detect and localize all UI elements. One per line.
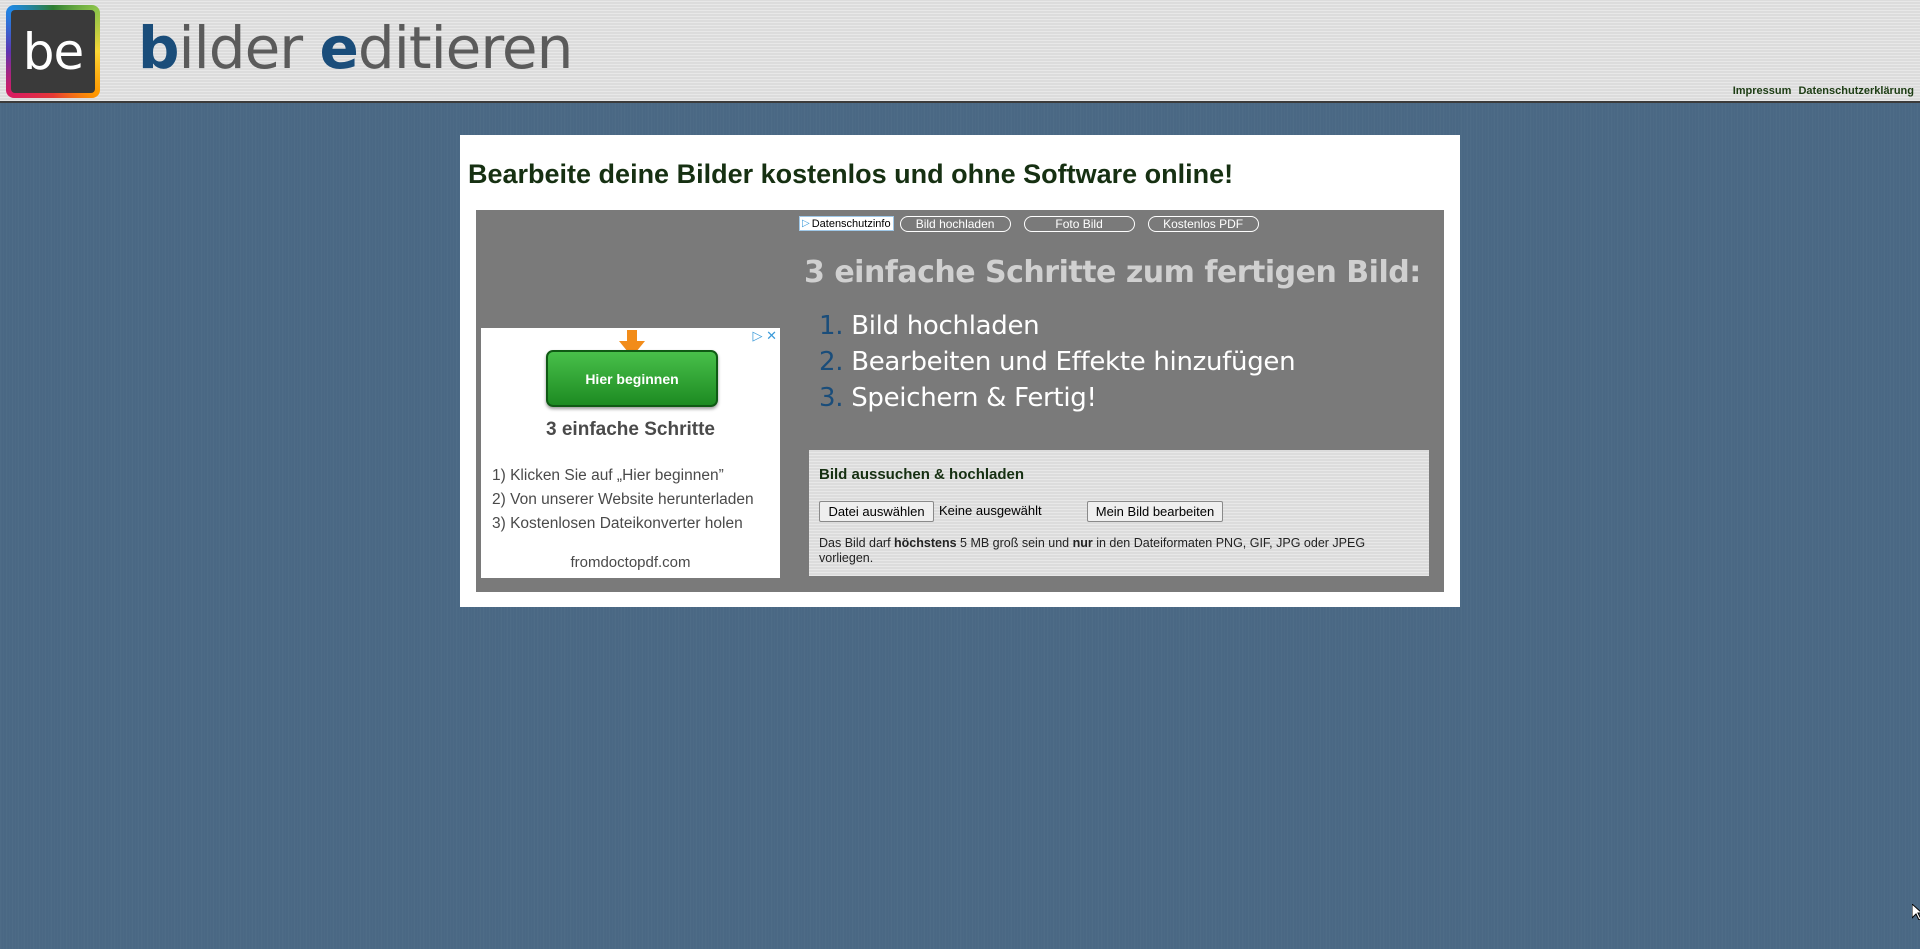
step-text: Speichern & Fertig! — [851, 383, 1097, 413]
ad-step: 2) Von unserer Website herunterladen — [492, 491, 754, 508]
note-text: Das Bild darf — [819, 536, 895, 550]
title-hl-1: b — [138, 14, 180, 82]
ad-banner[interactable]: ▷ ✕ Hier beginnen 3 einfache Schritte 1)… — [481, 328, 780, 578]
ad-links-row: ▷ Datenschutzinfo Bild hochladen Foto Bi… — [799, 215, 1259, 232]
step-text: Bearbeiten und Effekte hinzufügen — [851, 347, 1296, 377]
ad-heading: 3 einfache Schritte — [546, 419, 715, 440]
step-text: Bild hochladen — [851, 311, 1040, 341]
step-number: 1. — [819, 311, 844, 341]
title-hl-2: e — [319, 14, 359, 82]
ad-steps: 1) Klicken Sie auf „Hier beginnen” 2) Vo… — [492, 464, 754, 536]
main-panel: Bearbeite deine Bilder kostenlos und ohn… — [460, 135, 1460, 607]
ad-step: 1) Klicken Sie auf „Hier beginnen” — [492, 467, 724, 484]
ad-domain: fromdoctopdf.com — [570, 554, 691, 571]
step-number: 2. — [819, 347, 844, 377]
note-text: 5 MB groß sein und — [956, 536, 1073, 550]
step-item: 2. Bearbeiten und Effekte hinzufügen — [819, 344, 1296, 380]
top-links: Impressum Datenschutzerklärung — [1729, 85, 1914, 97]
ad-close-icon[interactable]: ▷ ✕ — [752, 328, 777, 344]
ad-info-label: Datenschutzinfo — [811, 217, 891, 230]
logo-text: be — [11, 10, 95, 93]
upload-box: Bild aussuchen & hochladen Datei auswähl… — [809, 450, 1429, 576]
adchoices-icon: ▷ — [802, 218, 810, 229]
steps-list: 1. Bild hochladen 2. Bearbeiten und Effe… — [819, 308, 1296, 416]
note-bold: nur — [1072, 536, 1093, 550]
edit-image-button[interactable]: Mein Bild bearbeiten — [1087, 501, 1223, 522]
file-status: Keine ausgewählt — [939, 503, 1042, 518]
impressum-link[interactable]: Impressum — [1733, 85, 1792, 97]
title-rest-1: ilder — [178, 14, 320, 82]
page-title: Bearbeite deine Bilder kostenlos und ohn… — [468, 159, 1234, 189]
step-item: 1. Bild hochladen — [819, 308, 1295, 344]
step-number: 3. — [819, 383, 844, 413]
steps-title: 3 einfache Schritte zum fertigen Bild: — [804, 255, 1421, 290]
upload-title: Bild aussuchen & hochladen — [819, 466, 1025, 483]
ad-step: 3) Kostenlosen Dateikonverter holen — [492, 515, 743, 532]
site-header: be bilder editieren Impressum Datenschut… — [0, 0, 1920, 103]
choose-file-button[interactable]: Datei auswählen — [819, 501, 934, 522]
adlink-bild-hochladen[interactable]: Bild hochladen — [899, 215, 1011, 232]
adlink-foto-bild[interactable]: Foto Bild — [1023, 215, 1135, 232]
site-title[interactable]: bilder editieren — [138, 14, 573, 82]
datenschutz-link[interactable]: Datenschutzerklärung — [1798, 85, 1914, 97]
title-rest-2: ditieren — [357, 14, 573, 82]
ad-start-button[interactable]: Hier beginnen — [546, 350, 718, 407]
note-bold: höchstens — [894, 536, 957, 550]
mouse-cursor-icon — [1912, 904, 1920, 920]
ad-info-badge[interactable]: ▷ Datenschutzinfo — [799, 216, 894, 231]
adlink-kostenlos-pdf[interactable]: Kostenlos PDF — [1147, 215, 1259, 232]
content-area: ▷ Datenschutzinfo Bild hochladen Foto Bi… — [476, 210, 1444, 592]
step-item: 3. Speichern & Fertig! — [819, 380, 1295, 416]
site-logo[interactable]: be — [6, 5, 100, 98]
upload-note: Das Bild darf höchstens 5 MB groß sein u… — [819, 536, 1409, 566]
